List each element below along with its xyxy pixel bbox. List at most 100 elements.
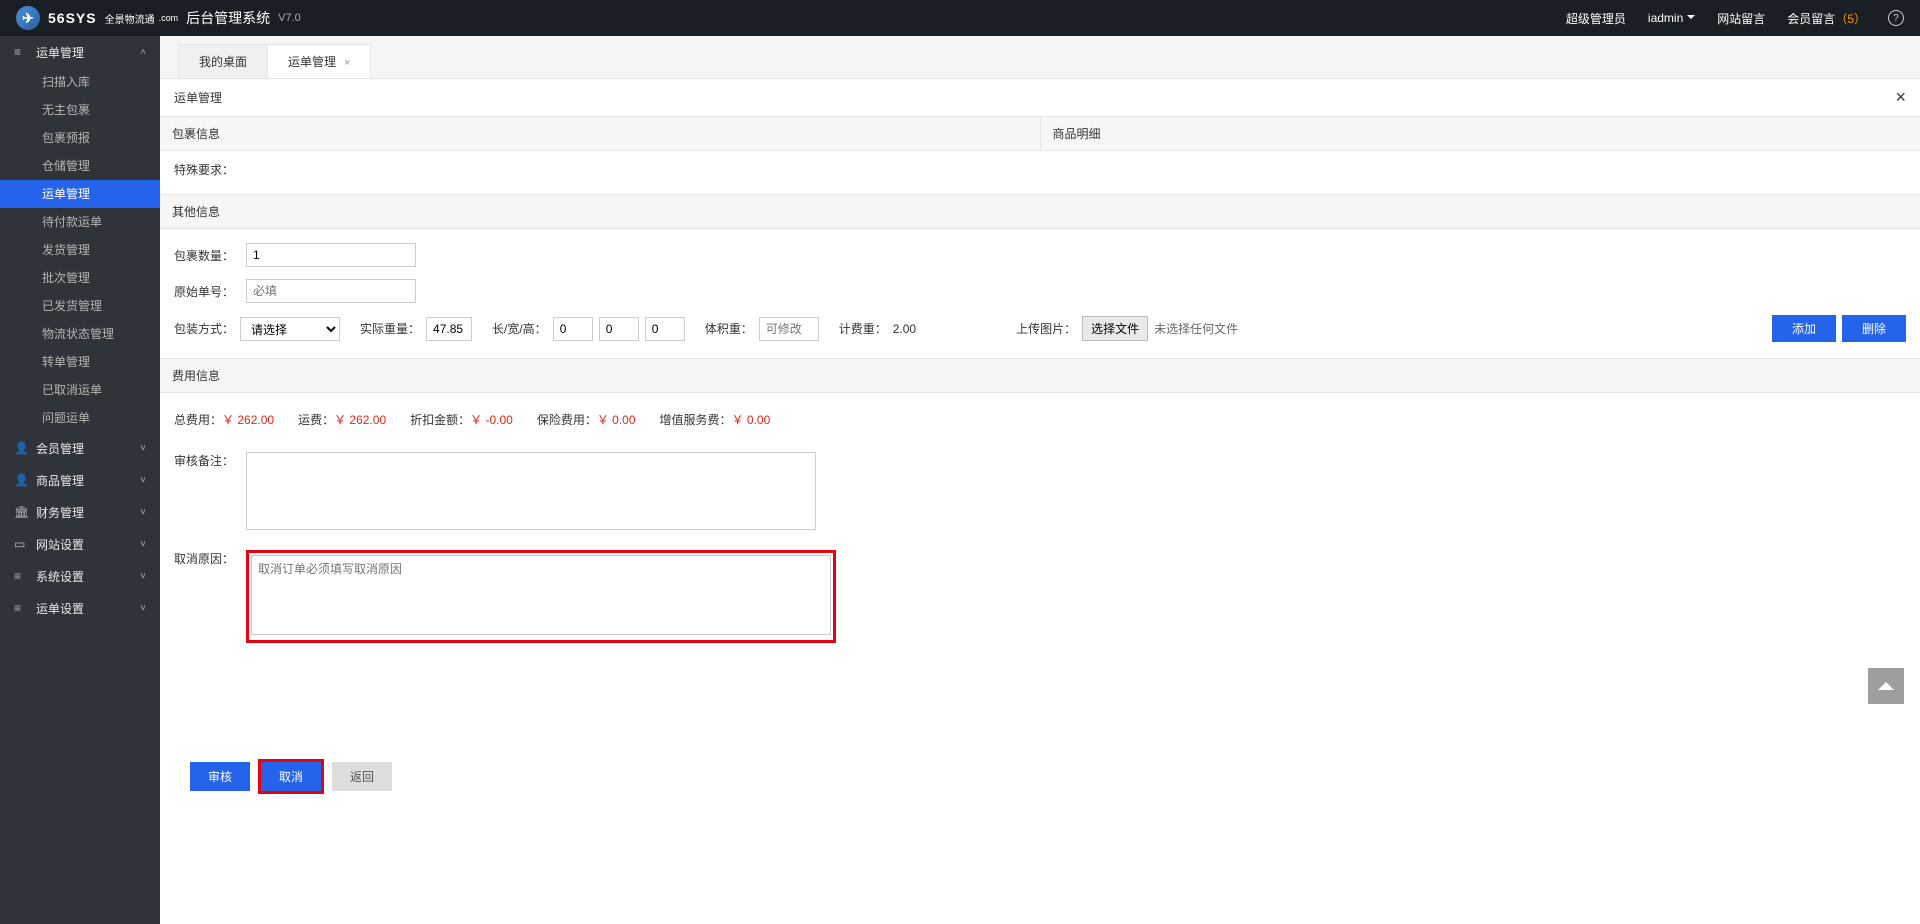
- sidebar-item[interactable]: 仓储管理: [0, 152, 160, 180]
- menu-icon: 🏛: [14, 505, 28, 519]
- tab-0[interactable]: 我的桌面: [178, 44, 268, 78]
- discount: 折扣金额：￥ -0.00: [410, 411, 513, 428]
- header-right: 超级管理员 iadmin 网站留言 会员留言（5） ?: [1566, 10, 1904, 27]
- sidebar-item[interactable]: 待付款运单: [0, 208, 160, 236]
- panel-title: 运单管理: [174, 89, 222, 106]
- dim-h-input[interactable]: [645, 317, 685, 341]
- cancel-reason-input[interactable]: [251, 555, 831, 635]
- tab-close-icon[interactable]: ×: [344, 57, 350, 69]
- menu-icon: 👤: [14, 473, 28, 487]
- add-button[interactable]: 添加: [1772, 315, 1836, 342]
- pkg-count-input[interactable]: [246, 243, 416, 267]
- other-info-head: 其他信息: [160, 194, 1920, 229]
- version: V7.0: [278, 12, 301, 24]
- special-req-label: 特殊要求：: [174, 161, 234, 178]
- logo-sub: .com: [159, 13, 179, 23]
- cancel-reason-highlight: [246, 550, 836, 643]
- bottom-actions: 审核 取消 返回: [174, 749, 1906, 804]
- site-message-link[interactable]: 网站留言: [1717, 10, 1765, 27]
- menu-icon: ≡: [14, 569, 28, 583]
- pack-method-label: 包装方式：: [174, 320, 234, 337]
- charge-weight-value: 2.00: [893, 322, 916, 336]
- content: 特殊要求： 其他信息 包裹数量： 原始单号： 包装方式： 请选择: [160, 151, 1920, 924]
- sidebar-item[interactable]: 发货管理: [0, 236, 160, 264]
- cancel-button[interactable]: 取消: [261, 762, 321, 791]
- choose-file-button[interactable]: 选择文件: [1082, 316, 1148, 341]
- orig-no-input[interactable]: [246, 279, 416, 303]
- sidebar: ≡运单管理˄扫描入库无主包裹包裹预报仓储管理运单管理待付款运单发货管理批次管理已…: [0, 36, 160, 924]
- chevron-icon: ˄: [140, 47, 146, 58]
- chevron-icon: ˅: [140, 443, 146, 454]
- sub-tab-package[interactable]: 包裹信息: [160, 117, 1041, 150]
- menu-group-0[interactable]: ≡运单管理˄: [0, 36, 160, 68]
- actual-weight-label: 实际重量：: [360, 320, 420, 337]
- delete-button[interactable]: 删除: [1842, 315, 1906, 342]
- audit-note-label: 审核备注：: [174, 452, 234, 469]
- dim-w-input[interactable]: [599, 317, 639, 341]
- audit-button[interactable]: 审核: [190, 762, 250, 791]
- menu-group-1[interactable]: 👤会员管理˅: [0, 432, 160, 464]
- logo-main: 56SYS: [48, 10, 97, 26]
- vas-fee: 增值服务费：￥ 0.00: [660, 411, 771, 428]
- close-icon[interactable]: ×: [1895, 87, 1906, 108]
- menu-group-3[interactable]: 🏛财务管理˅: [0, 496, 160, 528]
- chevron-icon: ˅: [140, 475, 146, 486]
- sidebar-item[interactable]: 无主包裹: [0, 96, 160, 124]
- member-message-link[interactable]: 会员留言（5）: [1787, 10, 1866, 27]
- chevron-icon: ˅: [140, 571, 146, 582]
- menu-group-4[interactable]: ▭网站设置˅: [0, 528, 160, 560]
- menu-icon: ≡: [14, 601, 28, 615]
- sidebar-item[interactable]: 包裹预报: [0, 124, 160, 152]
- orig-no-label: 原始单号：: [174, 283, 234, 300]
- tab-1[interactable]: 运单管理×: [267, 44, 371, 78]
- header: ✈ 56SYS 全景物流通 .com 后台管理系统 V7.0 超级管理员 iad…: [0, 0, 1920, 36]
- audit-note-input[interactable]: [246, 452, 816, 530]
- sidebar-item[interactable]: 批次管理: [0, 264, 160, 292]
- sub-tab-goods[interactable]: 商品明细: [1041, 117, 1920, 150]
- vol-weight-input[interactable]: [759, 317, 819, 341]
- cancel-highlight: 取消: [258, 759, 324, 794]
- sidebar-item[interactable]: 运单管理: [0, 180, 160, 208]
- chevron-icon: ˅: [140, 603, 146, 614]
- menu-icon: ≡: [14, 45, 28, 59]
- logo-tag: 全景物流通: [105, 11, 155, 26]
- menu-group-6[interactable]: ≡运单设置˅: [0, 592, 160, 624]
- sidebar-item[interactable]: 转单管理: [0, 348, 160, 376]
- vol-weight-label: 体积重：: [705, 320, 753, 337]
- cancel-reason-label: 取消原因：: [174, 550, 234, 567]
- dim-l-input[interactable]: [553, 317, 593, 341]
- system-title: 后台管理系统: [186, 8, 270, 28]
- fee-info-head: 费用信息: [160, 358, 1920, 393]
- logo: ✈ 56SYS 全景物流通 .com: [16, 6, 178, 30]
- upload-label: 上传图片：: [1016, 320, 1076, 337]
- no-file-label: 未选择任何文件: [1154, 320, 1238, 337]
- menu-icon: ▭: [14, 537, 28, 551]
- user-menu[interactable]: iadmin: [1648, 11, 1695, 25]
- actual-weight-input[interactable]: [426, 317, 472, 341]
- help-icon[interactable]: ?: [1888, 10, 1904, 26]
- pack-method-select[interactable]: 请选择: [240, 317, 340, 341]
- menu-icon: 👤: [14, 441, 28, 455]
- dims-label: 长/宽/高：: [492, 320, 547, 337]
- pkg-count-label: 包裹数量：: [174, 247, 234, 264]
- back-button[interactable]: 返回: [332, 762, 392, 791]
- menu-group-5[interactable]: ≡系统设置˅: [0, 560, 160, 592]
- menu-group-2[interactable]: 👤商品管理˅: [0, 464, 160, 496]
- main: 我的桌面运单管理× 运单管理 × 包裹信息 商品明细 特殊要求： 其他信息 包裹…: [160, 36, 1920, 924]
- sidebar-item[interactable]: 扫描入库: [0, 68, 160, 96]
- charge-weight-label: 计费重：: [839, 320, 887, 337]
- total-fee: 总费用：￥ 262.00: [174, 411, 274, 428]
- tabs: 我的桌面运单管理×: [160, 36, 1920, 79]
- role-label[interactable]: 超级管理员: [1566, 10, 1626, 27]
- sidebar-item[interactable]: 问题运单: [0, 404, 160, 432]
- sidebar-item[interactable]: 物流状态管理: [0, 320, 160, 348]
- sidebar-item[interactable]: 已取消运单: [0, 376, 160, 404]
- sub-tabs: 包裹信息 商品明细: [160, 117, 1920, 151]
- chevron-icon: ˅: [140, 507, 146, 518]
- scroll-top-button[interactable]: [1868, 668, 1904, 704]
- ship-fee: 运费：￥ 262.00: [298, 411, 386, 428]
- logo-icon: ✈: [16, 6, 40, 30]
- insurance: 保险费用：￥ 0.00: [537, 411, 636, 428]
- sidebar-item[interactable]: 已发货管理: [0, 292, 160, 320]
- chevron-icon: ˅: [140, 539, 146, 550]
